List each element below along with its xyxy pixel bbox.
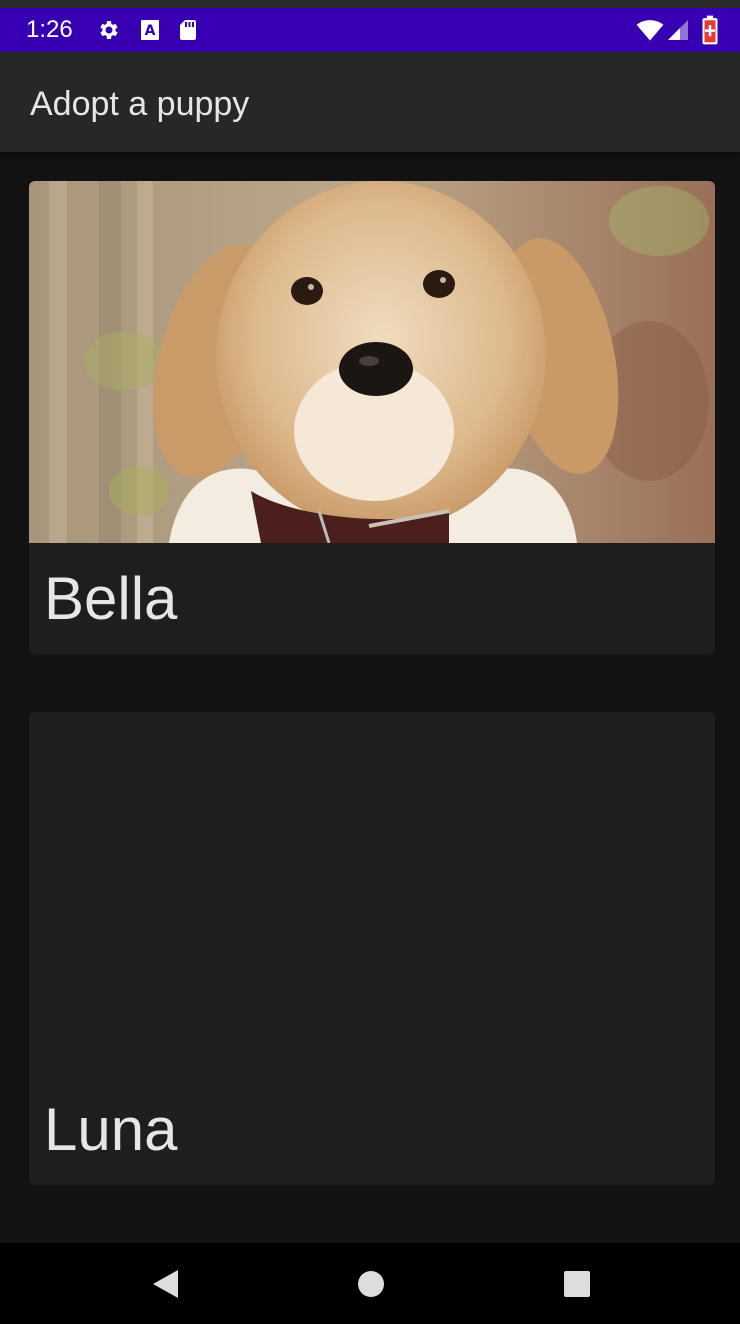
- page-title: Adopt a puppy: [30, 85, 250, 123]
- font-a-icon: A: [141, 20, 159, 40]
- gear-icon: [100, 21, 118, 39]
- recents-icon[interactable]: [560, 1267, 594, 1301]
- puppy-photo: [29, 181, 715, 543]
- navigation-bar: [0, 1243, 740, 1324]
- puppy-name: Bella: [44, 565, 178, 632]
- puppy-card-luna[interactable]: Luna: [29, 712, 715, 1185]
- signal-icon: [668, 20, 688, 40]
- app-bar: Adopt a puppy: [0, 52, 740, 152]
- status-time: 1:26: [26, 16, 73, 43]
- wifi-icon: [636, 20, 664, 41]
- status-bar: 1:26 A: [0, 8, 740, 52]
- puppy-card-bella[interactable]: Bella: [29, 181, 715, 654]
- svg-text:A: A: [145, 23, 156, 39]
- battery-charging-icon: [702, 15, 718, 45]
- home-icon[interactable]: [354, 1267, 388, 1301]
- puppy-name: Luna: [44, 1096, 178, 1163]
- sd-card-icon: [180, 20, 196, 40]
- back-icon[interactable]: [148, 1267, 182, 1301]
- window-top-edge: [0, 0, 740, 8]
